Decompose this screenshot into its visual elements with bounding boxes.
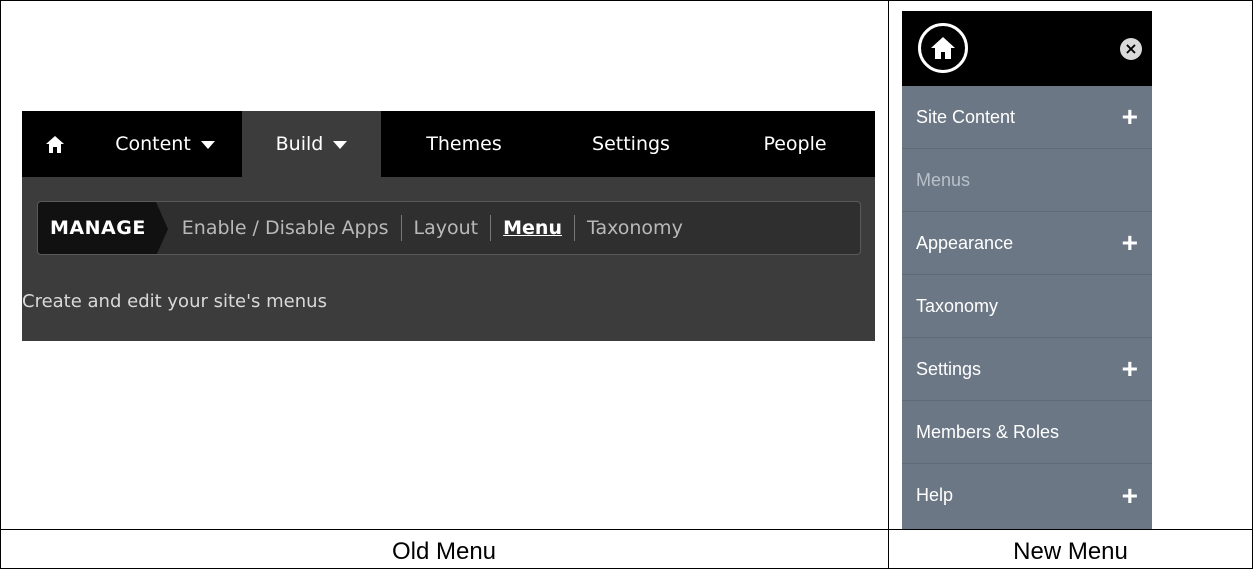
plus-icon[interactable]: +: [1122, 229, 1138, 257]
caption-old-menu: Old Menu: [391, 538, 497, 565]
home-button[interactable]: [918, 23, 968, 73]
caret-down-icon: [333, 141, 348, 149]
home-icon: [931, 37, 955, 59]
menu-item-help[interactable]: Help +: [902, 464, 1152, 527]
table-border-top: [0, 0, 1253, 1]
old-menu-panel: Content Build Themes Settings People MAN…: [22, 111, 875, 341]
home-icon: [46, 135, 64, 153]
table-border-middle: [0, 529, 1253, 530]
close-icon[interactable]: ×: [1120, 38, 1142, 60]
plus-icon[interactable]: +: [1122, 355, 1138, 383]
nav-people-label: People: [763, 133, 827, 155]
subnav-taxonomy[interactable]: Taxonomy: [575, 217, 695, 239]
menu-item-taxonomy[interactable]: Taxonomy: [902, 275, 1152, 338]
menu-item-label: Members & Roles: [916, 421, 1060, 442]
caption-new-menu: New Menu: [1013, 538, 1128, 565]
nav-build[interactable]: Build: [242, 111, 381, 177]
nav-themes-label: Themes: [426, 133, 502, 155]
table-border-left: [0, 0, 1, 569]
menu-item-label: Settings: [916, 358, 982, 379]
old-menu-topbar: Content Build Themes Settings People: [22, 111, 875, 177]
page-description: Create and edit your site's menus: [22, 291, 327, 312]
plus-icon[interactable]: +: [1122, 103, 1138, 131]
subnav-menu[interactable]: Menu: [491, 217, 574, 239]
nav-themes[interactable]: Themes: [381, 111, 547, 177]
nav-home[interactable]: [22, 111, 88, 177]
nav-content-label: Content: [115, 133, 191, 155]
nav-settings-label: Settings: [592, 133, 670, 155]
nav-content[interactable]: Content: [88, 111, 242, 177]
nav-settings[interactable]: Settings: [547, 111, 715, 177]
menu-item-label: Taxonomy: [916, 295, 999, 316]
menu-item-members-roles[interactable]: Members & Roles: [902, 401, 1152, 464]
menu-item-label: Site Content: [916, 106, 1016, 127]
new-menu-panel: × Site Content + Menus Appearance + Taxo…: [902, 11, 1152, 529]
menu-item-label: Menus: [916, 169, 971, 190]
nav-build-label: Build: [275, 133, 324, 155]
menu-item-label: Help: [916, 485, 954, 505]
manage-label: MANAGE: [38, 202, 168, 254]
close-symbol: ×: [1124, 39, 1138, 58]
table-border-divider: [888, 0, 889, 569]
nav-people[interactable]: People: [715, 111, 875, 177]
menu-item-site-content[interactable]: Site Content +: [902, 86, 1152, 149]
caret-down-icon: [200, 141, 215, 149]
new-menu-header: ×: [902, 11, 1152, 86]
plus-icon[interactable]: +: [1122, 481, 1138, 510]
subnav-layout[interactable]: Layout: [402, 217, 491, 239]
manage-subnav: MANAGE Enable / Disable Apps Layout Menu…: [37, 201, 861, 255]
menu-item-appearance[interactable]: Appearance +: [902, 212, 1152, 275]
menu-item-label: Appearance: [916, 232, 1014, 253]
subnav-enable-disable-apps[interactable]: Enable / Disable Apps: [156, 217, 401, 239]
menu-item-menus[interactable]: Menus: [902, 149, 1152, 212]
menu-item-settings[interactable]: Settings +: [902, 338, 1152, 401]
